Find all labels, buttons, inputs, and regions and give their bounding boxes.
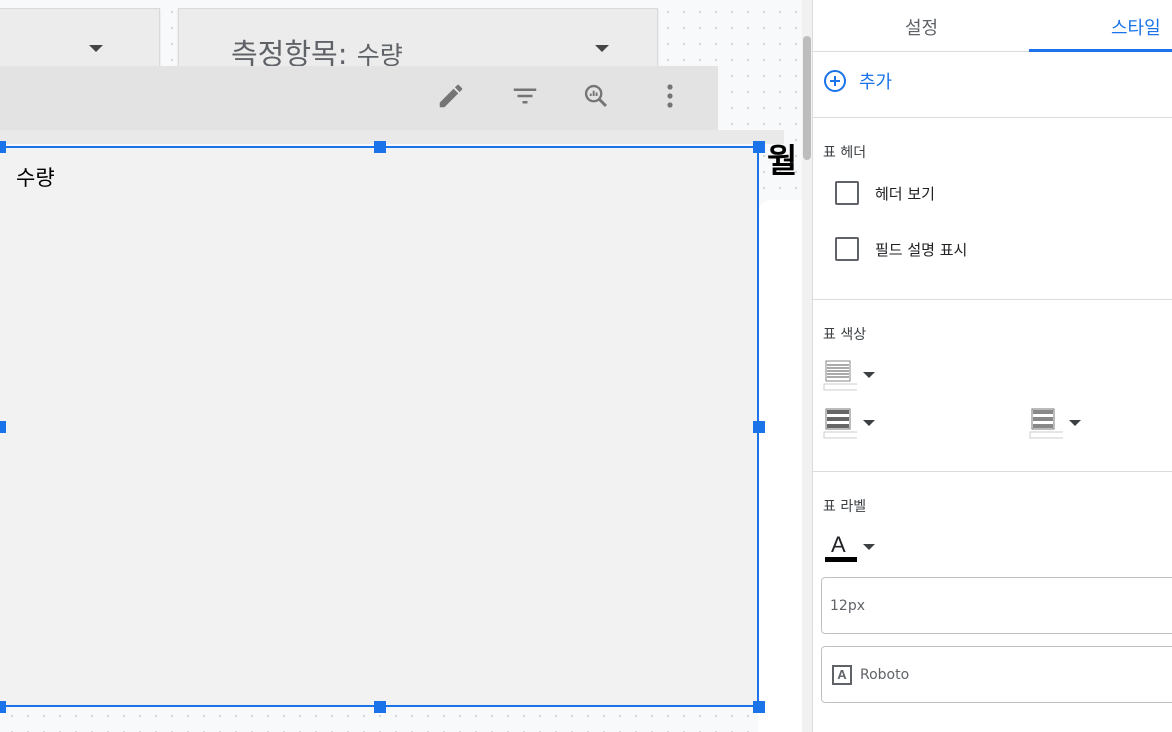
add-label: 추가 — [859, 72, 893, 93]
font-color-swatch — [825, 557, 857, 562]
table-column-header: 수량 — [16, 166, 55, 190]
resize-handle-bottom-left[interactable] — [0, 701, 6, 713]
add-circle-icon — [824, 70, 846, 92]
resize-handle-top-left[interactable] — [0, 141, 6, 153]
header-color-picker[interactable] — [823, 358, 875, 392]
show-header-checkbox[interactable] — [835, 181, 859, 205]
chevron-down-icon — [1069, 420, 1081, 426]
resize-handle-top[interactable] — [374, 141, 386, 153]
font-color-picker[interactable]: A — [823, 530, 875, 564]
chevron-down-icon[interactable] — [595, 45, 609, 52]
chart-header-band — [0, 130, 784, 144]
font-family-select[interactable]: A Roboto — [821, 646, 1172, 703]
active-tab-indicator — [1029, 49, 1172, 52]
divider — [813, 471, 1172, 472]
filter-icon[interactable] — [507, 78, 543, 114]
show-field-description-option[interactable]: 필드 설명 표시 — [835, 237, 967, 261]
more-vert-icon[interactable] — [652, 78, 688, 114]
show-header-label: 헤더 보기 — [875, 184, 935, 203]
tab-setup[interactable]: 설정 — [905, 14, 938, 40]
table-header-color-icon — [823, 360, 857, 391]
cell-border-color-picker[interactable] — [823, 406, 875, 440]
show-field-description-label: 필드 설명 표시 — [875, 240, 968, 259]
resize-handle-right[interactable] — [753, 421, 765, 433]
resize-handle-left[interactable] — [0, 421, 6, 433]
section-title-table-labels: 표 라벨 — [823, 499, 867, 515]
section-title-table-colors: 표 색상 — [823, 327, 867, 343]
chevron-down-icon — [863, 420, 875, 426]
font-size-value: 12px — [830, 598, 865, 614]
show-field-description-checkbox[interactable] — [835, 237, 859, 261]
report-canvas[interactable]: 측정항목: 수량 월 수량 — [0, 0, 812, 732]
table-chart-selected[interactable]: 수량 — [0, 146, 759, 707]
adjacent-chart[interactable] — [758, 200, 802, 732]
show-header-option[interactable]: 헤더 보기 — [835, 181, 935, 205]
resize-handle-bottom[interactable] — [374, 701, 386, 713]
section-title-table-header: 표 헤더 — [823, 145, 867, 161]
chevron-down-icon — [863, 544, 875, 550]
table-row-color-icon — [1029, 408, 1063, 439]
add-button[interactable]: 추가 — [823, 68, 892, 94]
table-border-color-icon — [823, 408, 857, 439]
row-color-picker[interactable] — [1029, 406, 1081, 440]
chevron-down-icon — [863, 372, 875, 378]
divider — [813, 299, 1172, 300]
divider — [813, 117, 1172, 118]
panel-tabs: 설정 스타일 — [813, 0, 1172, 52]
explore-zoom-icon[interactable] — [578, 78, 614, 114]
canvas-scrollbar[interactable] — [802, 0, 812, 732]
resize-handle-bottom-right[interactable] — [753, 701, 765, 713]
chart-toolbar — [0, 66, 718, 130]
font-family-icon: A — [832, 665, 852, 685]
scrollbar-thumb[interactable] — [803, 36, 811, 160]
report-editor: 측정항목: 수량 월 수량 설정 스타일 추가 표 헤더 헤더 보기 필드 설명… — [0, 0, 1172, 732]
font-color-icon: A — [823, 530, 857, 564]
resize-handle-top-right[interactable] — [753, 141, 765, 153]
adjacent-chart-title: 월 — [767, 141, 798, 180]
font-family-value: Roboto — [860, 667, 910, 683]
chevron-down-icon[interactable] — [89, 45, 103, 52]
edit-pencil-icon[interactable] — [433, 78, 469, 114]
tab-style[interactable]: 스타일 — [1111, 14, 1161, 40]
properties-panel: 설정 스타일 추가 표 헤더 헤더 보기 필드 설명 표시 표 색상 표 라벨 … — [812, 0, 1172, 732]
font-size-input[interactable]: 12px — [821, 577, 1172, 634]
